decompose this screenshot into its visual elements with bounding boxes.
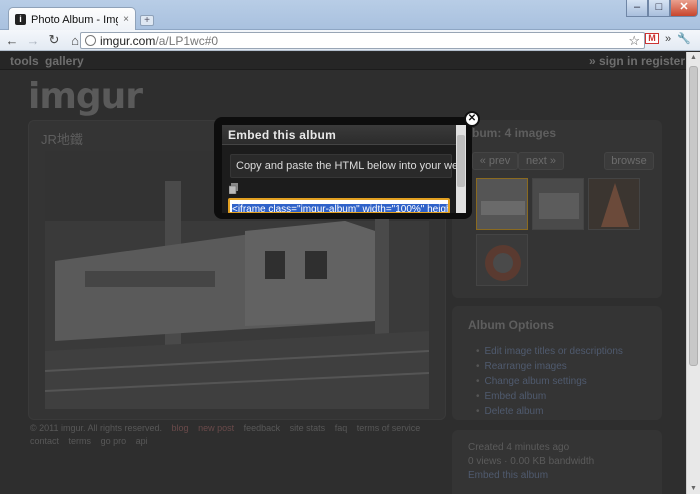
album-name: JR地鐵 (41, 132, 83, 147)
embed-modal-header: Embed this album (222, 125, 462, 145)
embed-instructions: Copy and paste the HTML below into your … (230, 154, 462, 178)
album-thumbnail[interactable] (476, 178, 528, 230)
embed-code-input[interactable]: <iframe class="imgur-album" width="100%"… (228, 198, 450, 213)
embed-code-text: <iframe class="imgur-album" width="100%"… (232, 204, 448, 212)
footer-link-go-pro[interactable]: go pro (101, 436, 127, 446)
footer-links: © 2011 imgur. All rights reserved. blog … (30, 422, 444, 448)
copy-icon[interactable] (229, 183, 238, 194)
scroll-down-icon[interactable]: ▼ (690, 485, 697, 492)
footer-link-terms[interactable]: terms (69, 436, 92, 446)
footer-link-api[interactable]: api (136, 436, 148, 446)
nav-gallery-link[interactable]: gallery (45, 54, 84, 68)
footer-link-tos[interactable]: terms of service (357, 423, 421, 433)
imgur-logo[interactable]: imgur (28, 76, 143, 117)
option-delete[interactable]: Delete album (476, 404, 623, 419)
created-time: Created 4 minutes ago (468, 442, 570, 453)
extensions-chevron-icon[interactable]: » (665, 33, 671, 45)
embed-modal-scrollbar[interactable] (456, 125, 466, 213)
url-text: imgur.com/a/LP1wc#0 (100, 33, 219, 48)
thumbnail-image (477, 235, 527, 285)
window-titlebar: i Photo Album - Imgur × + – □ ✕ (0, 0, 700, 31)
footer-link-new-post[interactable]: new post (198, 423, 234, 433)
scroll-up-icon[interactable]: ▲ (690, 54, 697, 61)
album-thumbnail[interactable] (588, 178, 640, 230)
scrollbar-thumb[interactable] (689, 66, 698, 366)
album-thumbnail[interactable] (476, 234, 528, 286)
footer-copyright: © 2011 imgur. All rights reserved. (30, 423, 163, 433)
browser-tab[interactable]: i Photo Album - Imgur × (8, 7, 136, 31)
nav-signin-link[interactable]: » sign in (589, 54, 638, 68)
wrench-icon[interactable]: 🔧 (677, 32, 691, 45)
option-edit-titles[interactable]: Edit image titles or descriptions (476, 344, 623, 359)
next-button[interactable]: next » (518, 152, 564, 170)
minimize-button[interactable]: – (626, 0, 648, 17)
album-thumbnail[interactable] (532, 178, 584, 230)
embed-modal-scrollbar-thumb[interactable] (457, 135, 465, 187)
album-options-title: Album Options (468, 318, 554, 332)
back-arrow-icon[interactable]: ← (3, 33, 21, 48)
option-settings[interactable]: Change album settings (476, 374, 623, 389)
browser-toolbar: ← → ↻ ⌂ imgur.com/a/LP1wc#0 ☆ M » 🔧 (0, 30, 700, 51)
close-modal-icon[interactable]: ✕ (464, 111, 480, 127)
globe-icon (85, 35, 96, 46)
album-count-title: album: 4 images (462, 126, 557, 140)
thumbnail-image (533, 179, 583, 229)
embed-modal-title: Embed this album (228, 128, 337, 142)
footer-link-feedback[interactable]: feedback (244, 423, 281, 433)
tab-title: Photo Album - Imgur (31, 13, 118, 26)
nav-tools-link[interactable]: tools (10, 54, 39, 68)
site-nav: tools gallery » sign in register (0, 52, 686, 70)
bookmark-star-icon[interactable]: ☆ (628, 33, 640, 48)
gmail-icon[interactable]: M (645, 33, 659, 44)
nav-register-link[interactable]: register (641, 54, 685, 68)
footer-link-faq[interactable]: faq (335, 423, 348, 433)
address-bar[interactable]: imgur.com/a/LP1wc#0 ☆ (80, 32, 645, 49)
album-sidebar: album: 4 images « prev next » browse (452, 120, 662, 298)
embed-modal-content: Embed this album Copy and paste the HTML… (222, 125, 462, 213)
album-options-panel: Album Options Edit image titles or descr… (452, 306, 662, 420)
imgur-favicon-icon: i (15, 14, 26, 25)
option-embed[interactable]: Embed album (476, 389, 623, 404)
tab-close-icon[interactable]: × (123, 14, 129, 25)
album-stats-panel: Created 4 minutes ago 0 views · 0.00 KB … (452, 430, 662, 494)
prev-button[interactable]: « prev (472, 152, 518, 170)
thumbnail-image (589, 179, 639, 229)
views-bandwidth: 0 views · 0.00 KB bandwidth (468, 456, 595, 467)
window-close-button[interactable]: ✕ (670, 0, 698, 17)
footer-link-contact[interactable]: contact (30, 436, 59, 446)
new-tab-button[interactable]: + (140, 15, 154, 26)
browse-button[interactable]: browse (604, 152, 654, 170)
forward-arrow-icon[interactable]: → (24, 33, 42, 48)
option-rearrange[interactable]: Rearrange images (476, 359, 623, 374)
embed-modal: Embed this album Copy and paste the HTML… (214, 117, 472, 219)
thumbnail-image (477, 179, 527, 229)
stats-link[interactable]: Embed this album (468, 470, 548, 481)
maximize-button[interactable]: □ (648, 0, 670, 17)
footer-link-site-stats[interactable]: site stats (290, 423, 326, 433)
album-options-list: Edit image titles or descriptions Rearra… (476, 344, 623, 419)
page-scrollbar[interactable]: ▲ ▼ (686, 52, 700, 494)
footer-link-blog[interactable]: blog (172, 423, 189, 433)
reload-icon[interactable]: ↻ (45, 32, 63, 48)
